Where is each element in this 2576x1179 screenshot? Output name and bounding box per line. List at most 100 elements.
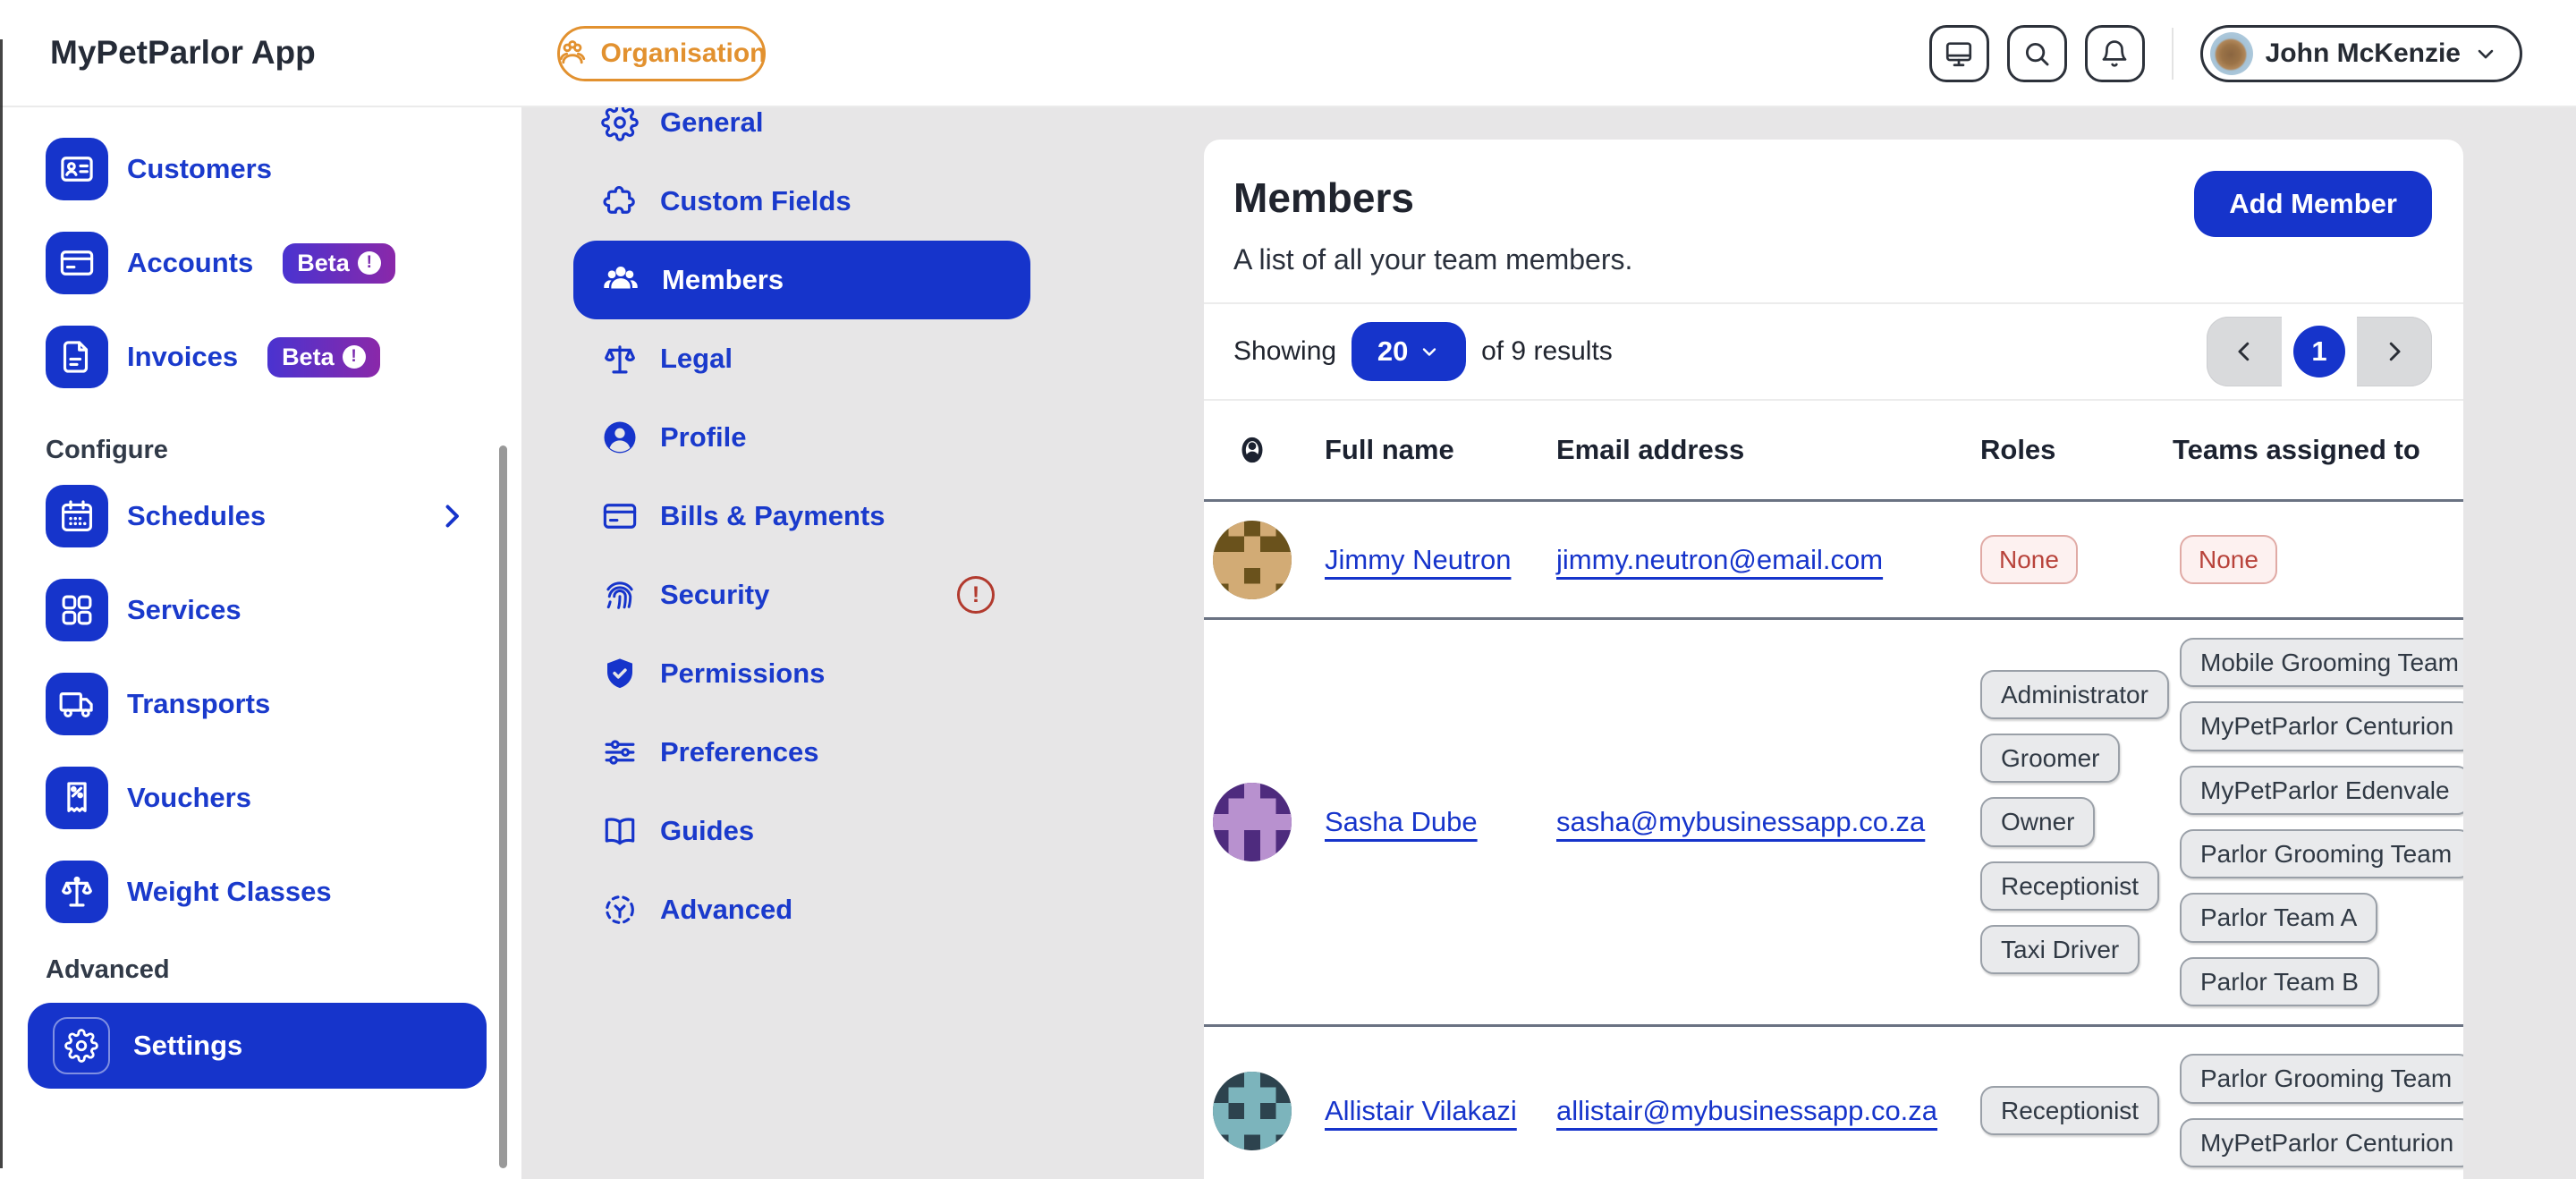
puzzle-icon [601,182,639,220]
roles-cell: Administrator Groomer Owner Receptionist Tax… [1980,670,2173,975]
id-card-icon [46,138,108,200]
sidebar-item-accounts[interactable]: Accounts Beta ! [0,232,521,294]
pager: 1 [2207,317,2432,386]
team-badge: MyPetParlor Centurion [2180,1118,2463,1167]
teams-cell: Mobile Grooming Team MyPetParlor Centurio… [2173,638,2463,1006]
settings-nav-legal[interactable]: Legal [573,319,1030,398]
sidebar-scrollbar[interactable] [499,445,507,1168]
shield-check-icon [601,655,639,692]
search-button[interactable] [2007,25,2067,82]
roles-cell: Receptionist [1980,1086,2173,1135]
profile-icon [601,419,639,456]
member-email-link[interactable]: jimmy.neutron@email.com [1556,544,1883,575]
advanced-dashed-circle-icon [601,891,639,929]
role-badge: Owner [1980,797,2095,846]
topbar-divider [2172,28,2174,80]
notifications-button[interactable] [2085,25,2145,82]
team-badge: Parlor Grooming Team [2180,829,2463,878]
invoice-document-icon [46,326,108,388]
settings-nav-guides[interactable]: Guides [573,792,1030,870]
settings-nav-permissions[interactable]: Permissions [573,634,1030,713]
settings-nav-security[interactable]: Security ! [573,556,1030,634]
bell-icon [2099,38,2130,69]
gear-icon [601,104,639,141]
role-badge: Administrator [1980,670,2169,719]
role-badge: Receptionist [1980,861,2159,911]
add-member-button[interactable]: Add Member [2194,171,2432,237]
gear-icon [53,1017,110,1074]
sidebar-item-schedules[interactable]: Schedules [0,485,521,547]
column-email: Email address [1556,434,1980,466]
role-badge: Taxi Driver [1980,925,2140,974]
member-email-link[interactable]: sasha@mybusinessapp.co.za [1556,806,1925,837]
page-size-dropdown[interactable]: 20 [1352,322,1466,381]
team-badge: MyPetParlor Centurion [2180,701,2463,751]
settings-nav-label: Security [660,579,769,611]
teams-cell: None [2173,535,2463,584]
avatar [1213,1072,1292,1150]
members-table-body: Jimmy Neutron jimmy.neutron@email.com No… [1204,499,2463,1179]
current-page-cell: 1 [2282,317,2357,386]
main-sidebar: Customers Accounts Beta ! Invoices Beta … [0,107,521,1179]
organisation-label: Organisation [600,38,766,69]
sidebar-item-customers[interactable]: Customers [0,138,521,200]
member-name-link-cell: Jimmy Neutron [1325,544,1556,576]
avatar [1213,521,1292,599]
security-warning-icon: ! [957,576,995,614]
organisation-button[interactable]: Organisation [557,26,766,81]
settings-nav-label: Advanced [660,894,792,926]
table-row: Sasha Dube sasha@mybusinessapp.co.za Adm… [1204,617,2463,1024]
settings-nav-profile[interactable]: Profile [573,398,1030,477]
page-number-button[interactable]: 1 [2293,326,2345,377]
member-email-link-cell: sasha@mybusinessapp.co.za [1556,806,1980,838]
fingerprint-icon [601,576,639,614]
sidebar-item-settings[interactable]: Settings [28,1003,487,1089]
beta-exclamation-icon: ! [343,345,366,369]
members-people-icon [601,260,640,300]
sidebar-item-vouchers[interactable]: Vouchers [0,767,521,829]
settings-nav-advanced[interactable]: Advanced [573,870,1030,949]
member-name-link[interactable]: Jimmy Neutron [1325,544,1511,575]
settings-nav-label: Legal [660,343,733,375]
sidebar-section-configure: Configure [0,436,521,465]
user-menu[interactable]: John McKenzie [2200,25,2522,82]
settings-nav-bills-payments[interactable]: Bills & Payments [573,477,1030,556]
beta-exclamation-icon: ! [358,251,381,275]
sidebar-item-label: Services [127,594,242,626]
sliders-icon [601,734,639,771]
member-email-link[interactable]: allistair@mybusinessapp.co.za [1556,1095,1937,1126]
settings-nav-members[interactable]: Members [573,241,1030,319]
none-badge: None [2180,535,2277,584]
settings-nav-label: Preferences [660,736,819,768]
members-header: Members A list of all your team members.… [1204,140,2463,304]
none-badge: None [1980,535,2078,584]
topbar-actions: John McKenzie [1929,25,2522,82]
team-badge: Mobile Grooming Team [2180,638,2463,687]
settings-nav-preferences[interactable]: Preferences [573,713,1030,792]
sidebar-item-services[interactable]: Services [0,579,521,641]
voucher-icon [46,767,108,829]
chevron-right-icon [2381,338,2408,365]
member-email-link-cell: allistair@mybusinessapp.co.za [1556,1095,1980,1127]
book-icon [601,812,639,850]
display-button[interactable] [1929,25,1989,82]
chevron-left-icon [2231,338,2258,365]
grid-icon [46,579,108,641]
user-avatar [2210,32,2253,75]
member-name-link[interactable]: Allistair Vilakazi [1325,1095,1517,1126]
column-full-name: Full name [1325,434,1556,466]
sidebar-item-weight-classes[interactable]: Weight Classes [0,861,521,923]
previous-page-button[interactable] [2207,317,2282,386]
settings-nav-label: Guides [660,815,754,847]
next-page-button[interactable] [2357,317,2432,386]
member-name-link[interactable]: Sasha Dube [1325,806,1478,837]
sidebar-item-label: Weight Classes [127,876,332,908]
roles-cell: None [1980,535,2173,584]
role-badge: Groomer [1980,734,2120,783]
settings-nav-custom-fields[interactable]: Custom Fields [573,162,1030,241]
avatar-column-icon [1234,432,1325,468]
settings-nav-label: Members [662,264,784,296]
credit-card-icon [601,497,639,535]
sidebar-item-transports[interactable]: Transports [0,673,521,735]
sidebar-item-invoices[interactable]: Invoices Beta ! [0,326,521,388]
